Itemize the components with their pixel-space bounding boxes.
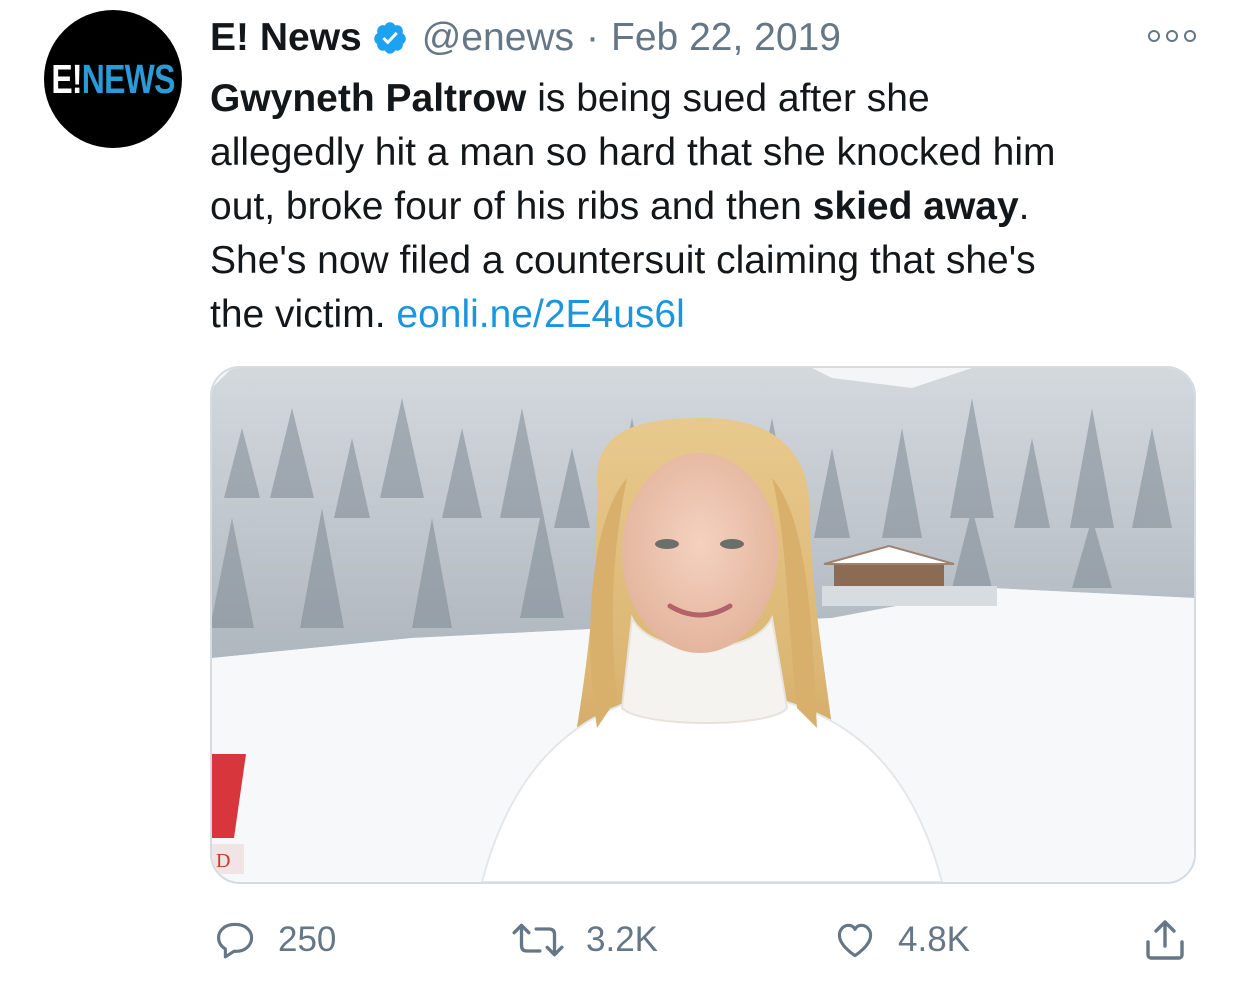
tweet-text-line: Gwyneth Paltrow is being sued after she (210, 72, 1210, 126)
photo-sign-text: D (216, 850, 230, 872)
bold-name: Gwyneth Paltrow (210, 77, 527, 120)
retweet-action[interactable]: 3.2K (510, 910, 658, 970)
text-span: . (1018, 185, 1030, 228)
share-action[interactable] (1140, 910, 1210, 970)
more-dot (1166, 30, 1178, 42)
like-count: 4.8K (898, 920, 970, 959)
tweet-header: E! News @enews · Feb 22, 2019 (210, 12, 841, 64)
text-span: is being sued after she (526, 77, 930, 120)
display-name[interactable]: E! News (210, 16, 362, 60)
tweet-text-line: the victim. eonli.ne/2E4us6l (210, 288, 1210, 342)
photo-illustration: D (212, 368, 1194, 882)
enews-logo: E!NEWS (51, 55, 176, 103)
like-action[interactable]: 4.8K (832, 910, 970, 970)
reply-count: 250 (278, 920, 337, 959)
tweet-text-line: She's now filed a countersuit claiming t… (210, 239, 1036, 282)
text-span: out, broke four of his ribs and then (210, 185, 813, 228)
share-icon (1146, 920, 1184, 960)
separator-dot: · (586, 16, 600, 59)
more-options-icon[interactable] (1148, 28, 1196, 44)
tweet-actions: 250 3.2K 4.8K (0, 910, 1242, 970)
avatar[interactable]: E!NEWS (44, 10, 182, 148)
handle[interactable]: @enews (422, 16, 574, 60)
tweet-photo[interactable]: D (210, 366, 1196, 884)
tweet[interactable]: E!NEWS E! News @enews · Feb 22, 2019 Gwy… (0, 0, 1242, 982)
bold-phrase: skied away (812, 185, 1019, 228)
retweet-icon (512, 923, 564, 957)
tweet-text: Gwyneth Paltrow is being sued after she … (210, 72, 1210, 342)
retweet-count: 3.2K (586, 920, 658, 959)
verified-badge-icon (372, 20, 408, 56)
more-dot (1184, 30, 1196, 42)
reply-action[interactable]: 250 (214, 910, 336, 970)
tweet-date[interactable]: Feb 22, 2019 (611, 16, 841, 60)
logo-news: NEWS (81, 55, 176, 102)
tweet-link[interactable]: eonli.ne/2E4us6l (396, 293, 684, 336)
more-dot (1148, 30, 1160, 42)
logo-e: E! (51, 55, 82, 102)
tweet-text-line: out, broke four of his ribs and then ski… (210, 180, 1210, 234)
heart-icon (837, 923, 873, 958)
tweet-text-line: allegedly hit a man so hard that she kno… (210, 131, 1056, 174)
reply-icon (217, 922, 254, 959)
text-span: the victim. (210, 293, 397, 336)
